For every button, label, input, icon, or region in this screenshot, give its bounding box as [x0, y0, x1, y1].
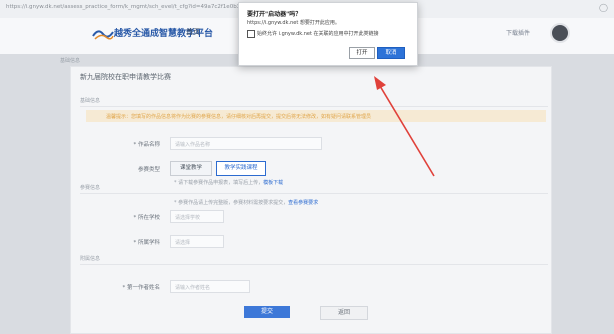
annotation-arrow-icon	[374, 76, 435, 177]
